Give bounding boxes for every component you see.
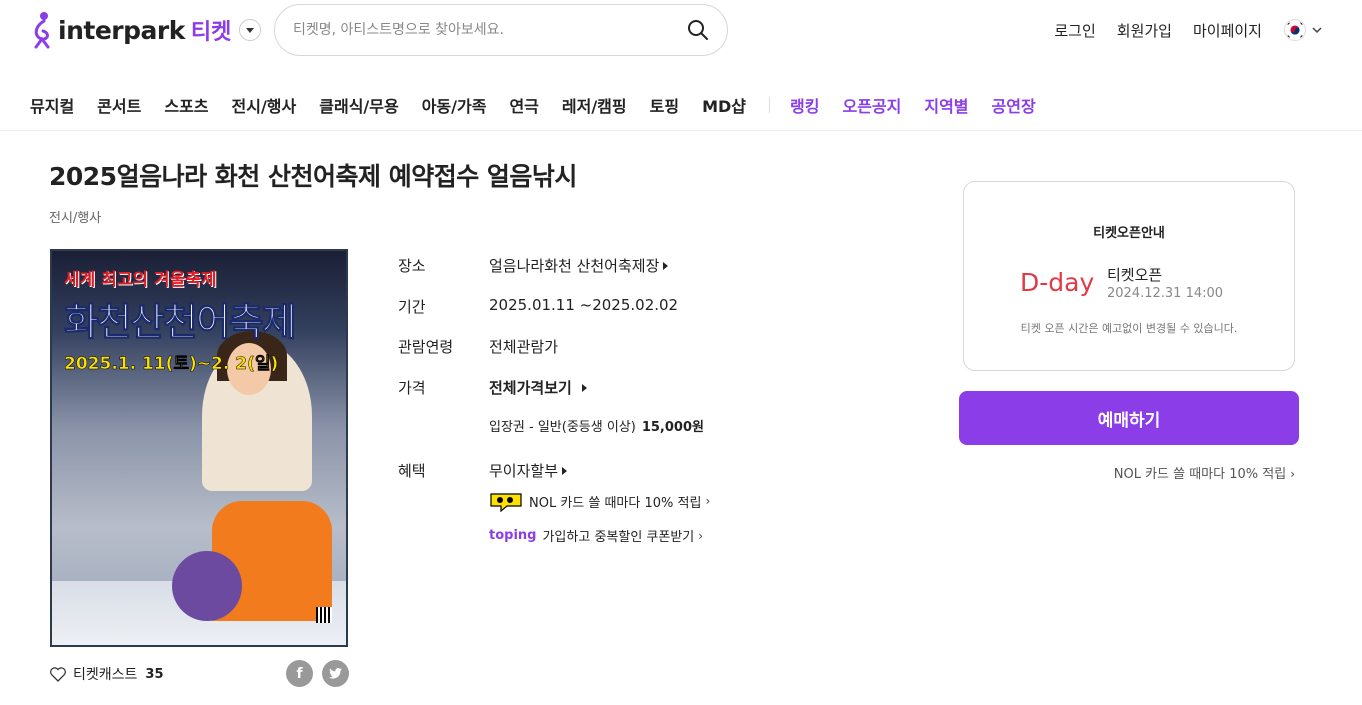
chevron-right-icon: › [705,494,711,508]
search-input[interactable] [293,22,687,38]
price-label: 가격 [398,379,426,397]
nav-ranking[interactable]: 랭킹 [790,93,819,117]
nol-benefit-text: NOL 카드 쓸 때마다 10% 적립 [529,495,702,511]
installment-link[interactable]: 무이자할부 [489,460,568,481]
category-nav: 뮤지컬 콘서트 스포츠 전시/행사 클래식/무용 아동/가족 연극 레저/캠핑 … [30,92,1059,118]
caret-down-icon [246,28,255,33]
ticket-open-note: 티켓 오픈 시간은 예고없이 변경될 수 있습니다. [1020,322,1238,335]
nav-family[interactable]: 아동/가족 [422,93,487,117]
korea-flag-icon [1284,19,1306,41]
ticket-open-label: 티켓오픈 [1107,266,1163,284]
language-selector[interactable] [1284,19,1322,41]
place-link[interactable]: 얼음나라화천 산천어축제장 [489,255,669,276]
price-all-text: 전체가격보기 [489,379,572,397]
nav-exhibition[interactable]: 전시/행사 [232,93,297,117]
triangle-right-icon [581,383,587,392]
signup-link[interactable]: 회원가입 [1117,20,1172,41]
triangle-right-icon [562,466,568,475]
nav-venue[interactable]: 공연장 [992,93,1036,117]
nav-leisure[interactable]: 레저/캠핑 [562,93,627,117]
ticket-open-panel: 티켓오픈안내 D-day 티켓오픈 2024.12.31 14:00 티켓 오픈… [963,181,1295,371]
poster-headline: 화천산천어축제 [64,300,298,345]
product-title: 2025얼음나라 화천 산천어축제 예약접수 얼음낚시 [49,162,577,191]
triangle-right-icon [663,261,669,270]
user-menu: 로그인 회원가입 마이페이지 [1033,19,1322,41]
dday-badge: D-day [1020,268,1095,297]
facebook-share-button[interactable]: f [286,660,313,687]
ticket-open-title: 티켓오픈안내 [1093,226,1165,241]
chevron-down-icon [1312,27,1322,34]
poster-figure-child [172,551,242,621]
logo[interactable]: interpark 티켓 [30,10,262,50]
period-label: 기간 [398,298,426,316]
heart-icon [50,667,66,682]
nol-promo-link[interactable]: NOL 카드 쓸 때마다 10% 적립 › [959,463,1295,482]
service-dropdown-button[interactable] [239,19,262,41]
search-box [274,4,728,56]
toping-logo: toping [489,528,537,543]
place-label: 장소 [398,257,426,275]
logo-text: interpark [58,15,185,45]
mypage-link[interactable]: 마이페이지 [1193,20,1262,41]
nav-sports[interactable]: 스포츠 [164,93,208,117]
nav-concert[interactable]: 콘서트 [97,93,141,117]
twitter-icon [328,668,343,679]
nav-mdshop[interactable]: MD샵 [702,93,746,117]
nav-open-notice[interactable]: 오픈공지 [842,93,901,117]
price-all-link[interactable]: 전체가격보기 [489,377,587,398]
search-icon[interactable] [687,19,709,41]
poster-qr-code [316,607,332,623]
book-button[interactable]: 예매하기 [959,391,1299,445]
chevron-right-icon: › [1290,467,1295,481]
logo-mark-icon [34,12,50,49]
nav-theater[interactable]: 연극 [509,93,538,117]
nol-promo-text: NOL 카드 쓸 때마다 10% 적립 [1113,467,1287,482]
poster-date: 2025.1. 11(토)~2. 2(일) [64,354,279,375]
ticket-open-date: 2024.12.31 14:00 [1107,286,1224,301]
nav-divider-line [0,130,1362,131]
nav-musical[interactable]: 뮤지컬 [30,93,74,117]
installment-text: 무이자할부 [489,462,559,480]
place-value: 얼음나라화천 산천어축제장 [489,257,660,275]
facebook-icon: f [296,665,303,682]
benefit-label: 혜택 [398,462,426,480]
login-link[interactable]: 로그인 [1054,20,1095,41]
ticket-cast-count: 35 [145,666,164,682]
ticket-cast[interactable]: 티켓캐스트 35 [49,664,164,684]
price-amount: 15,000원 [641,420,704,435]
product-genre: 전시/행사 [49,211,102,226]
poster-tagline: 세계 최고의 겨울축제 [64,270,217,290]
nav-divider [769,97,771,113]
nol-benefit-link[interactable]: NOL 카드 쓸 때마다 10% 적립 › [489,490,710,512]
age-value: 전체관람가 [489,338,559,356]
period-value: 2025.01.11 ~2025.02.02 [489,296,679,314]
product-poster: 세계 최고의 겨울축제 화천산천어축제 2025.1. 11(토)~2. 2(일… [50,249,348,647]
header: interpark 티켓 로그인 회원가입 마이페이지 [0,0,1362,60]
price-item-name: 입장권 - 일반(중등생 이상) [489,420,636,435]
ticket-cast-label: 티켓캐스트 [73,667,138,683]
nav-classic[interactable]: 클래식/무용 [319,93,398,117]
price-item: 입장권 - 일반(중등생 이상) 15,000원 [489,416,704,435]
toping-benefit-text: 가입하고 중복할인 쿠폰받기 [542,530,695,545]
twitter-share-button[interactable] [322,660,349,687]
age-label: 관람연령 [398,338,454,356]
toping-benefit-link[interactable]: toping 가입하고 중복할인 쿠폰받기 › [489,526,703,545]
nol-logo-icon [490,493,522,512]
nav-region[interactable]: 지역별 [924,93,968,117]
nav-toping[interactable]: 토핑 [650,93,679,117]
chevron-right-icon: › [698,528,704,543]
logo-ticket: 티켓 [190,20,232,45]
